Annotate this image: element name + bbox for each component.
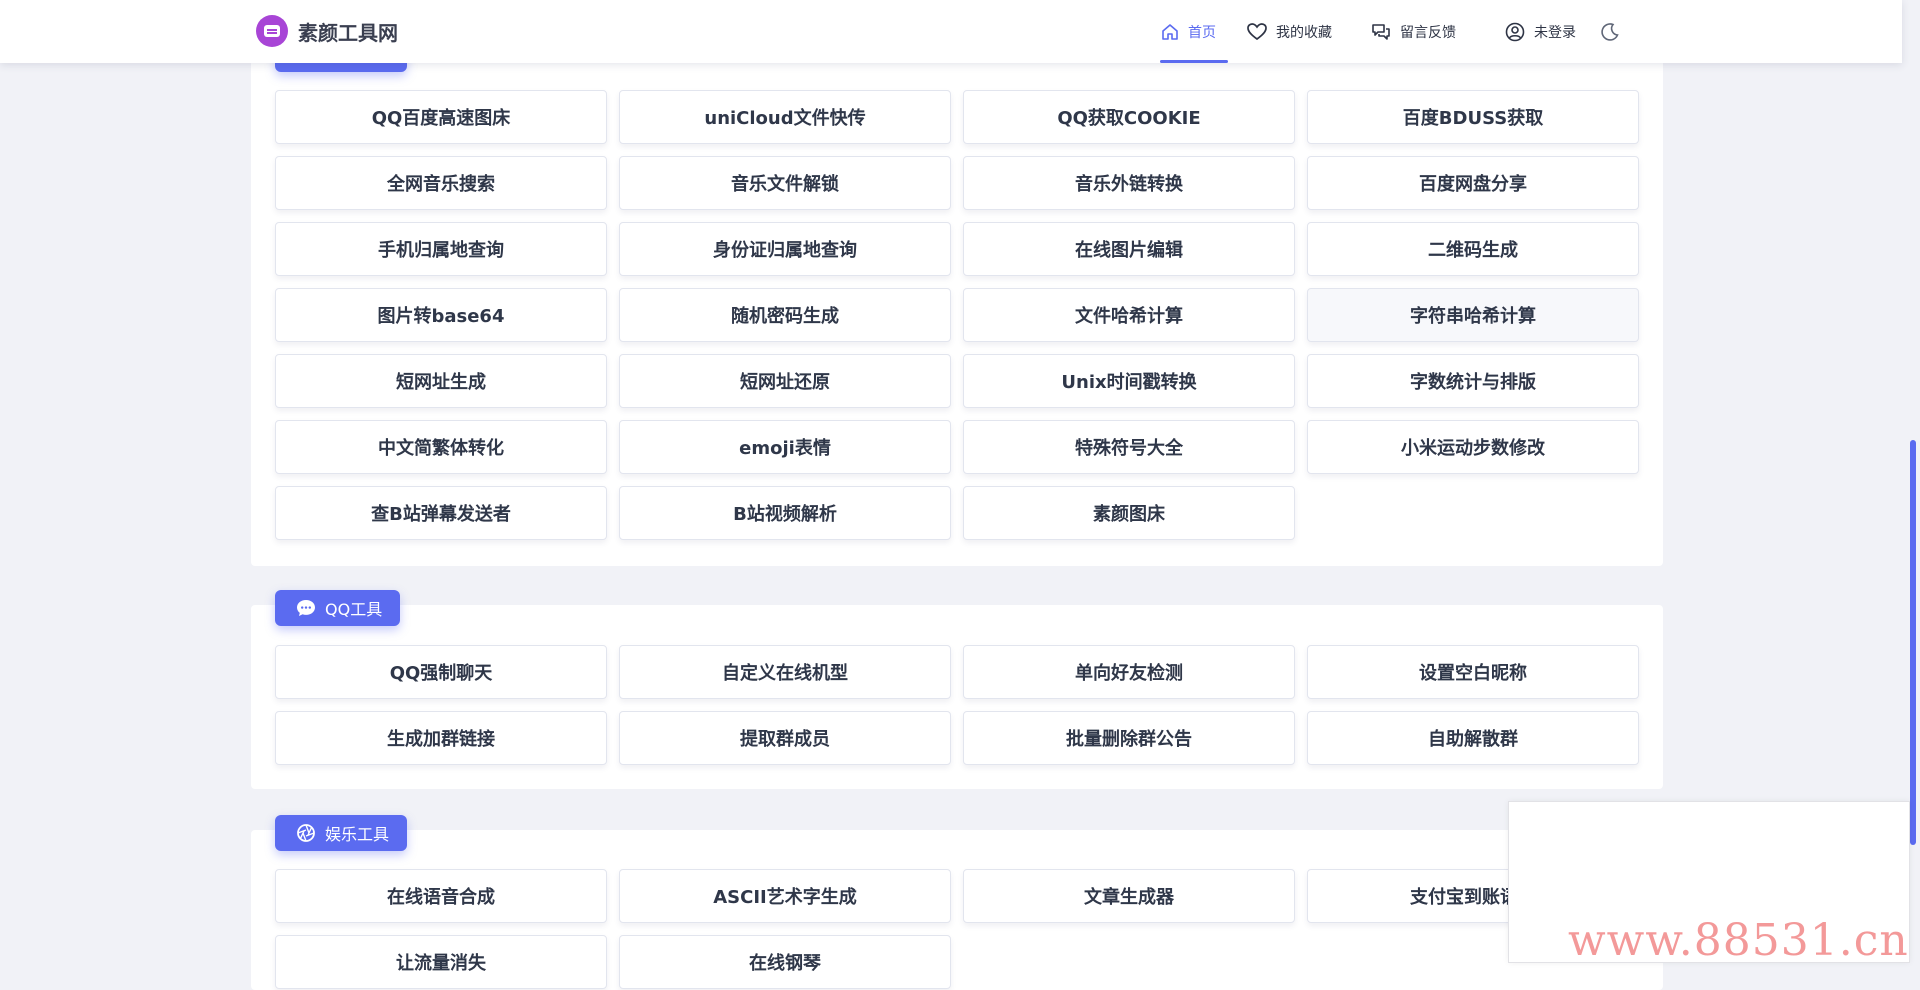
nav-login[interactable]: 未登录 (1504, 0, 1576, 63)
tool-button[interactable]: B站视频解析 (619, 486, 951, 540)
tool-button[interactable]: uniCloud文件快传 (619, 90, 951, 144)
tool-button[interactable]: 短网址还原 (619, 354, 951, 408)
tool-button[interactable]: 在线图片编辑 (963, 222, 1295, 276)
tool-button[interactable]: 手机归属地查询 (275, 222, 607, 276)
heart-icon (1247, 22, 1267, 40)
tool-button[interactable]: 文件哈希计算 (963, 288, 1295, 342)
nav-feedback-label: 留言反馈 (1400, 24, 1456, 41)
section-badge-fun: 娱乐工具 (275, 815, 408, 851)
tool-button[interactable]: 字数统计与排版 (1307, 354, 1639, 408)
tool-button[interactable]: 图片转base64 (275, 288, 607, 342)
tool-button[interactable]: 单向好友检测 (963, 645, 1295, 699)
watermark: www.88531.cn (1568, 915, 1909, 966)
nav-home-label: 首页 (1188, 24, 1216, 41)
tool-button[interactable]: 让流量消失 (275, 935, 607, 989)
tool-button[interactable]: 小米运动步数修改 (1307, 420, 1639, 474)
tool-grid-qq: QQ强制聊天 自定义在线机型 单向好友检测 设置空白昵称 生成加群链接 提取群成… (275, 645, 1639, 765)
theme-toggle-button[interactable] (1600, 0, 1620, 63)
tool-button[interactable]: 特殊符号大全 (963, 420, 1295, 474)
nav-feedback[interactable]: 留言反馈 (1370, 0, 1456, 63)
chat-bubble-icon (297, 600, 315, 616)
logo-icon (256, 15, 288, 47)
tool-button[interactable]: 二维码生成 (1307, 222, 1639, 276)
section-badge-qq: QQ工具 (275, 590, 401, 626)
site-name: 素颜工具网 (298, 20, 398, 45)
tool-button[interactable]: 音乐外链转换 (963, 156, 1295, 210)
section-title-fun: 娱乐工具 (325, 825, 390, 844)
user-circle-icon (1505, 22, 1525, 41)
tool-button[interactable]: 设置空白昵称 (1307, 645, 1639, 699)
tool-button[interactable]: 提取群成员 (619, 711, 951, 765)
tool-button[interactable]: 在线语音合成 (275, 869, 607, 923)
tool-button[interactable]: 文章生成器 (963, 869, 1295, 923)
chat-icon (1372, 23, 1390, 40)
tool-button[interactable]: 字符串哈希计算 (1307, 288, 1639, 342)
tool-button[interactable]: 随机密码生成 (619, 288, 951, 342)
nav-favorites[interactable]: 我的收藏 (1246, 0, 1332, 63)
top-navbar: 素颜工具网 首页 我的收藏 留言反馈 未登录 (0, 0, 1902, 63)
tool-button[interactable]: Unix时间戳转换 (963, 354, 1295, 408)
tool-button[interactable]: 自定义在线机型 (619, 645, 951, 699)
tool-button[interactable]: 在线钢琴 (619, 935, 951, 989)
tool-button[interactable]: 百度网盘分享 (1307, 156, 1639, 210)
tool-button[interactable]: 查B站弹幕发送者 (275, 486, 607, 540)
tool-button[interactable]: emoji表情 (619, 420, 951, 474)
tool-button[interactable]: QQ获取COOKIE (963, 90, 1295, 144)
tool-button[interactable]: 批量删除群公告 (963, 711, 1295, 765)
home-icon (1162, 23, 1178, 40)
tool-button[interactable]: 音乐文件解锁 (619, 156, 951, 210)
main-nav: 首页 我的收藏 留言反馈 未登录 (1160, 0, 1620, 63)
tool-button[interactable]: 身份证归属地查询 (619, 222, 951, 276)
tool-button[interactable]: QQ百度高速图床 (275, 90, 607, 144)
section-title-qq: QQ工具 (325, 600, 383, 619)
nav-favorites-label: 我的收藏 (1276, 24, 1332, 41)
tool-button[interactable]: QQ强制聊天 (275, 645, 607, 699)
tool-grid-fun: 在线语音合成 ASCII艺术字生成 文章生成器 支付宝到账语音 让流量消失 在线… (275, 869, 1639, 989)
aperture-icon (297, 824, 315, 842)
site-logo[interactable]: 素颜工具网 (256, 15, 398, 47)
nav-login-label: 未登录 (1534, 24, 1576, 41)
tool-button[interactable]: 短网址生成 (275, 354, 607, 408)
tool-grid: QQ百度高速图床 uniCloud文件快传 QQ获取COOKIE 百度BDUSS… (275, 90, 1639, 540)
tool-button[interactable]: 中文简繁体转化 (275, 420, 607, 474)
tool-button[interactable]: ASCII艺术字生成 (619, 869, 951, 923)
tool-button[interactable]: 生成加群链接 (275, 711, 607, 765)
tool-button[interactable]: 自助解散群 (1307, 711, 1639, 765)
tool-button[interactable]: 全网音乐搜索 (275, 156, 607, 210)
scrollbar-thumb[interactable] (1910, 440, 1916, 845)
moon-icon (1601, 22, 1619, 41)
tool-button[interactable]: 百度BDUSS获取 (1307, 90, 1639, 144)
tool-button[interactable]: 素颜图床 (963, 486, 1295, 540)
nav-home[interactable]: 首页 (1160, 0, 1228, 63)
